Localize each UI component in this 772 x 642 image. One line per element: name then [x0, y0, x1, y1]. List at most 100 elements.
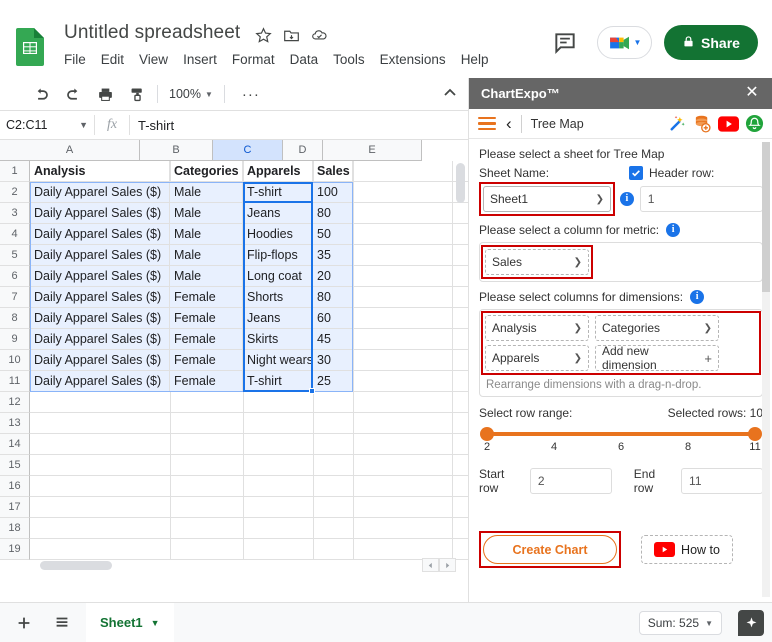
comment-history-icon[interactable] — [552, 30, 578, 56]
row-header-17[interactable]: 17 — [0, 497, 30, 518]
chartexpo-scrollbar-thumb[interactable] — [762, 142, 770, 292]
cell-A8[interactable]: Daily Apparel Sales ($) — [30, 308, 170, 329]
dimension-select-2[interactable]: Categories ❯ — [595, 315, 719, 341]
cell-C1[interactable]: Apparels — [243, 161, 313, 182]
row-range-slider-start-handle[interactable] — [480, 427, 494, 441]
metric-select[interactable]: Sales ❯ — [485, 249, 589, 275]
cell-A2[interactable]: Daily Apparel Sales ($) — [30, 182, 170, 203]
explore-button[interactable] — [738, 610, 764, 636]
name-box[interactable]: C2:C11 ▼ — [0, 111, 94, 140]
undo-icon[interactable] — [28, 81, 54, 107]
column-header-a[interactable]: A — [0, 140, 140, 161]
row-header-4[interactable]: 4 — [0, 224, 30, 245]
add-sheet-icon[interactable] — [10, 609, 38, 637]
all-sheets-icon[interactable] — [48, 609, 76, 637]
document-title[interactable]: Untitled spreadsheet — [64, 22, 240, 44]
row-header-9[interactable]: 9 — [0, 329, 30, 350]
cell-C9[interactable]: Skirts — [243, 329, 313, 350]
cell-C10[interactable]: Night wears — [243, 350, 313, 371]
menu-item-file[interactable]: File — [64, 50, 86, 70]
grid-vertical-scrollbar[interactable] — [455, 163, 466, 572]
menu-item-insert[interactable]: Insert — [183, 50, 217, 70]
cell-B8[interactable]: Female — [170, 308, 243, 329]
bell-icon[interactable] — [744, 113, 765, 134]
row-header-10[interactable]: 10 — [0, 350, 30, 371]
cell-D1[interactable]: Sales — [313, 161, 353, 182]
cell-C5[interactable]: Flip-flops — [243, 245, 313, 266]
cell-D8[interactable]: 60 — [313, 308, 353, 329]
cell-B7[interactable]: Female — [170, 287, 243, 308]
menu-item-help[interactable]: Help — [461, 50, 489, 70]
column-header-c[interactable]: C — [213, 140, 283, 161]
move-to-folder-icon[interactable] — [283, 27, 300, 49]
magic-wand-icon[interactable] — [666, 113, 687, 134]
cell-C4[interactable]: Hoodies — [243, 224, 313, 245]
row-header-8[interactable]: 8 — [0, 308, 30, 329]
cell-C11[interactable]: T-shirt — [243, 371, 313, 392]
back-chevron-icon[interactable]: ‹ — [506, 115, 512, 132]
row-header-2[interactable]: 2 — [0, 182, 30, 203]
cell-B2[interactable]: Male — [170, 182, 243, 203]
cell-A3[interactable]: Daily Apparel Sales ($) — [30, 203, 170, 224]
header-row-checkbox[interactable] — [629, 166, 643, 180]
menu-item-data[interactable]: Data — [290, 50, 319, 70]
cell-A11[interactable]: Daily Apparel Sales ($) — [30, 371, 170, 392]
close-icon[interactable]: ✕ — [743, 84, 761, 102]
cell-D9[interactable]: 45 — [313, 329, 353, 350]
cell-B9[interactable]: Female — [170, 329, 243, 350]
sheet-info-icon[interactable]: i — [620, 192, 634, 206]
row-header-6[interactable]: 6 — [0, 266, 30, 287]
row-header-5[interactable]: 5 — [0, 245, 30, 266]
start-row-input[interactable]: 2 — [529, 468, 612, 494]
row-header-19[interactable]: 19 — [0, 539, 30, 560]
cell-C6[interactable]: Long coat — [243, 266, 313, 287]
cell-A10[interactable]: Daily Apparel Sales ($) — [30, 350, 170, 371]
meet-button[interactable]: ▼ — [597, 26, 652, 59]
cell-A6[interactable]: Daily Apparel Sales ($) — [30, 266, 170, 287]
formula-input[interactable]: T-shirt — [130, 118, 468, 133]
menu-item-view[interactable]: View — [139, 50, 168, 70]
cell-D2[interactable]: 100 — [313, 182, 353, 203]
row-header-18[interactable]: 18 — [0, 518, 30, 539]
cell-A1[interactable]: Analysis — [30, 161, 170, 182]
row-header-11[interactable]: 11 — [0, 371, 30, 392]
row-header-3[interactable]: 3 — [0, 203, 30, 224]
cell-D4[interactable]: 50 — [313, 224, 353, 245]
cell-B10[interactable]: Female — [170, 350, 243, 371]
scroll-right-button[interactable] — [439, 558, 456, 572]
cell-B11[interactable]: Female — [170, 371, 243, 392]
star-icon[interactable] — [255, 27, 272, 49]
sheet-name-select[interactable]: Sheet1 ❯ — [483, 186, 611, 212]
row-header-13[interactable]: 13 — [0, 413, 30, 434]
cell-B5[interactable]: Male — [170, 245, 243, 266]
print-icon[interactable] — [92, 81, 118, 107]
menu-item-format[interactable]: Format — [232, 50, 275, 70]
row-header-1[interactable]: 1 — [0, 161, 30, 182]
paint-format-icon[interactable] — [124, 81, 150, 107]
cell-D3[interactable]: 80 — [313, 203, 353, 224]
add-new-dimension-button[interactable]: Add new dimension + — [595, 344, 719, 372]
more-options-icon[interactable]: ··· — [238, 81, 264, 107]
column-header-b[interactable]: B — [140, 140, 213, 161]
cell-D7[interactable]: 80 — [313, 287, 353, 308]
cell-A5[interactable]: Daily Apparel Sales ($) — [30, 245, 170, 266]
how-to-button[interactable]: How to — [641, 535, 733, 564]
menu-icon[interactable] — [478, 114, 496, 133]
cell-D10[interactable]: 30 — [313, 350, 353, 371]
cell-C7[interactable]: Shorts — [243, 287, 313, 308]
header-row-input[interactable]: 1 — [639, 186, 763, 212]
cell-B3[interactable]: Male — [170, 203, 243, 224]
dimension-select-1[interactable]: Analysis ❯ — [485, 315, 589, 341]
create-chart-button[interactable]: Create Chart — [483, 535, 617, 564]
cell-A4[interactable]: Daily Apparel Sales ($) — [30, 224, 170, 245]
sum-dropdown[interactable]: Sum: 525 ▼ — [638, 611, 722, 635]
row-header-15[interactable]: 15 — [0, 455, 30, 476]
column-header-d[interactable]: D — [283, 140, 323, 161]
metric-info-icon[interactable]: i — [666, 223, 681, 237]
redo-icon[interactable] — [60, 81, 86, 107]
cell-D6[interactable]: 20 — [313, 266, 353, 287]
scroll-left-button[interactable] — [422, 558, 439, 572]
row-range-slider[interactable] — [480, 427, 762, 441]
row-header-12[interactable]: 12 — [0, 392, 30, 413]
end-row-input[interactable]: 11 — [681, 468, 763, 494]
